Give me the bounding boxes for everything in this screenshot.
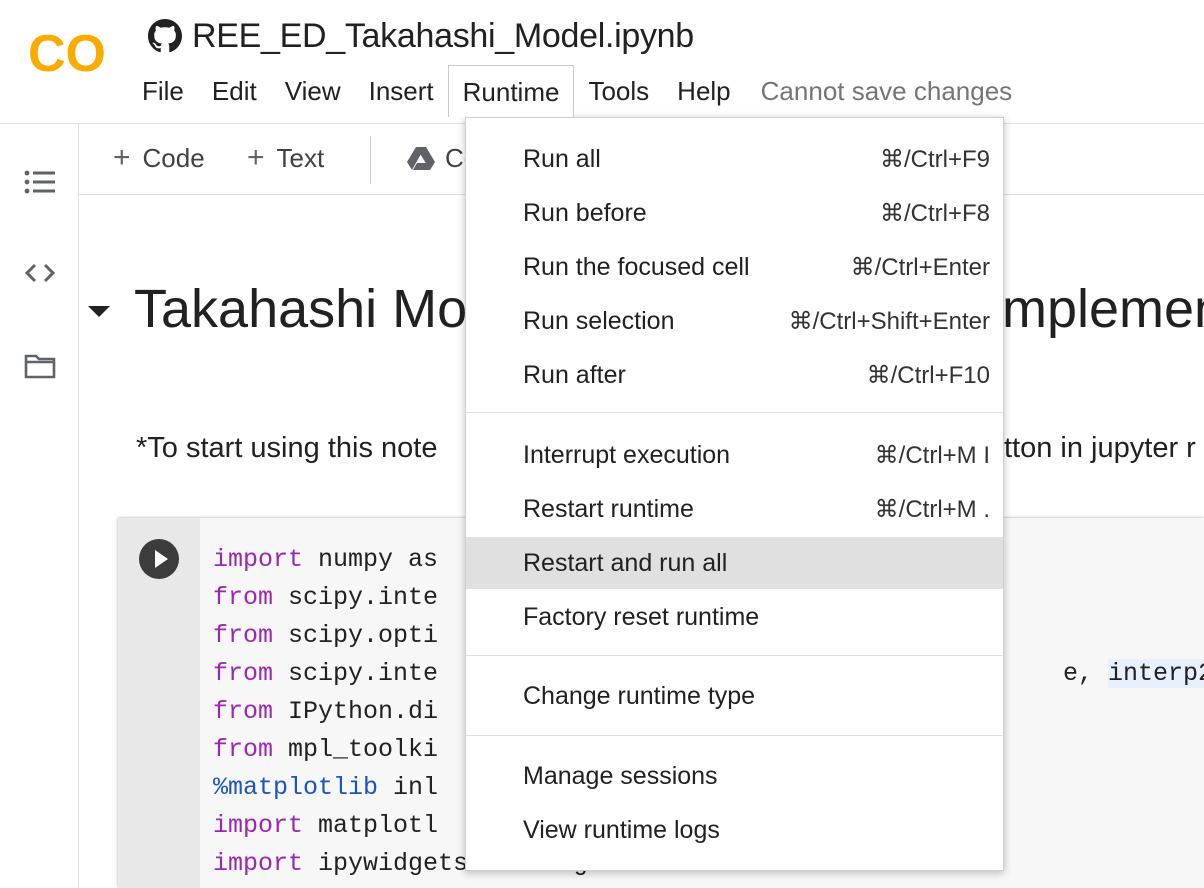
runtime-menu: Run all ⌘/Ctrl+F9 Run before ⌘/Ctrl+F8 Run… [465,117,1004,871]
markdown-paragraph-tail: tton in jupyter r [1004,432,1196,464]
plus-icon: + [247,141,265,174]
files-icon[interactable] [22,348,58,384]
colab-logo[interactable]: CO [28,27,112,79]
code-line-tail: e, interp2d [1063,655,1204,693]
shortcut: ⌘/Ctrl+Enter [850,253,990,281]
save-status-note[interactable]: Cannot save changes [745,76,1013,107]
menu-item-run-selection[interactable]: Run selection ⌘/Ctrl+Shift+Enter [466,295,1003,347]
menu-runtime[interactable]: Runtime [447,65,575,117]
section-heading: Takahashi Mo [88,278,467,340]
github-icon[interactable] [148,19,182,53]
drive-icon [407,147,435,170]
menu-item-run-before[interactable]: Run before ⌘/Ctrl+F8 [466,187,1003,239]
menu-item-run-focused-cell[interactable]: Run the focused cell ⌘/Ctrl+Enter [466,241,1003,293]
menu-item-restart-and-run-all[interactable]: Restart and run all [466,537,1003,589]
menu-divider [466,735,1003,736]
collapse-caret-icon[interactable] [88,305,110,317]
menu-insert[interactable]: Insert [355,65,448,117]
menu-view[interactable]: View [271,65,355,117]
menu-item-manage-sessions[interactable]: Manage sessions [466,750,1003,802]
menu-divider [466,412,1003,413]
cell-gutter [118,518,200,888]
menu-item-interrupt-execution[interactable]: Interrupt execution ⌘/Ctrl+M I [466,429,1003,481]
menu-item-restart-runtime[interactable]: Restart runtime ⌘/Ctrl+M . [466,483,1003,535]
menu-tools[interactable]: Tools [574,65,663,117]
shortcut: ⌘/Ctrl+Shift+Enter [788,307,990,335]
add-code-button[interactable]: + Code [113,138,205,178]
plus-icon: + [113,141,131,174]
header: CO REE_ED_Takahashi_Model.ipynb File Edi… [0,0,1204,124]
table-of-contents-icon[interactable] [22,164,58,200]
section-heading-text: Takahashi Mo [134,279,468,339]
add-code-label: Code [142,142,205,173]
code-snippets-icon[interactable] [22,255,58,291]
shortcut: ⌘/Ctrl+M I [874,441,990,469]
run-cell-button[interactable] [139,539,179,579]
menu-item-view-runtime-logs[interactable]: View runtime logs [466,804,1003,856]
menu-edit[interactable]: Edit [198,65,271,117]
shortcut: ⌘/Ctrl+F9 [879,145,990,173]
menu-help[interactable]: Help [663,65,744,117]
menu-item-run-after[interactable]: Run after ⌘/Ctrl+F10 [466,349,1003,401]
menu-item-factory-reset-runtime[interactable]: Factory reset runtime [466,591,1003,643]
shortcut: ⌘/Ctrl+F10 [866,361,990,389]
shortcut: ⌘/Ctrl+F8 [879,199,990,227]
section-heading-text-tail: mplemen [1002,279,1204,339]
notebook-title[interactable]: REE_ED_Takahashi_Model.ipynb [192,17,694,56]
menu-item-run-all[interactable]: Run all ⌘/Ctrl+F9 [466,133,1003,185]
logo-text: CO [28,27,106,79]
shortcut: ⌘/Ctrl+M . [874,495,990,523]
menubar: File Edit View Insert Runtime Tools Help… [128,64,1012,118]
menu-item-change-runtime-type[interactable]: Change runtime type [466,670,1003,722]
side-rail [0,124,79,888]
add-text-label: Text [276,142,325,173]
add-text-button[interactable]: + Text [247,138,324,178]
menu-file[interactable]: File [128,65,198,117]
menu-divider [466,655,1003,656]
title-row: REE_ED_Takahashi_Model.ipynb [148,14,694,58]
markdown-paragraph: *To start using this note [136,432,438,464]
toolbar-divider [370,136,371,184]
